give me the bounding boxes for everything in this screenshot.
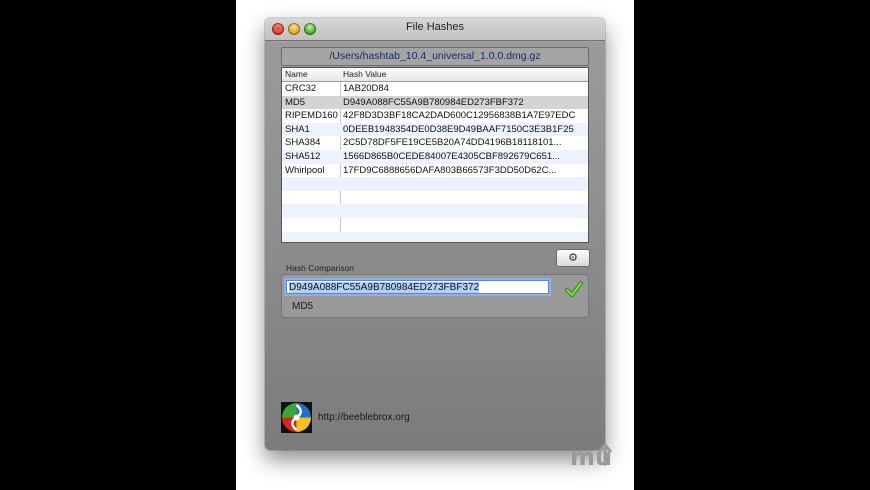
empty-row	[282, 191, 588, 205]
table-row[interactable]: CRC32 1AB20D84	[282, 82, 588, 96]
empty-row	[282, 218, 588, 232]
table-header: Name Hash Value	[282, 68, 588, 82]
hash-value: 17FD9C6888656DAFA803B66573F3DD50D62C...	[343, 164, 557, 176]
table-row[interactable]: SHA512 1566D865B0CEDE84007E4305CBF892679…	[282, 149, 588, 164]
hash-name: Whirlpool	[285, 164, 325, 176]
matched-algorithm: MD5	[292, 301, 314, 312]
table-row[interactable]: Whirlpool 17FD9C6888656DAFA803B66573F3DD…	[282, 164, 588, 178]
hash-value: 42F8D3D3BF18CA2DAD600C12956838B1A7E97EDC	[343, 110, 576, 122]
hash-table: Name Hash Value CRC32 1AB20D84 MD5 D949A…	[281, 67, 589, 243]
checkmark-icon	[565, 281, 583, 297]
hash-name: SHA1	[285, 123, 310, 135]
gear-icon: ⚙	[568, 252, 578, 264]
window-title: File Hashes	[405, 21, 465, 33]
hash-value: 0DEEB1948354DE0D38E9D49BAAF7150C3E3B1F25	[343, 123, 574, 135]
hash-comparison-value: D949A088FC55A9B780984ED273FBF372	[289, 282, 480, 293]
column-header-hash-value[interactable]: Hash Value	[343, 68, 386, 81]
file-path: /Users/hashtab_10.4_universal_1.0.0.dmg.…	[281, 47, 589, 66]
column-header-name[interactable]: Name	[285, 68, 308, 81]
table-row-selected[interactable]: MD5 D949A088FC55A9B780984ED273FBF372	[282, 95, 588, 110]
hash-name: RIPEMD160	[285, 110, 338, 122]
beeblebrox-logo[interactable]	[281, 402, 312, 433]
table-row[interactable]: SHA384 2C5D78DF5FE19CE5B20A74DD4196B1811…	[282, 136, 588, 150]
settings-button[interactable]: ⚙	[556, 249, 590, 267]
hash-name: MD5	[285, 96, 306, 108]
hash-value: D949A088FC55A9B780984ED273FBF372	[343, 96, 524, 108]
hash-comparison-input[interactable]: D949A088FC55A9B780984ED273FBF372	[286, 280, 549, 294]
title-bar: × File Hashes	[265, 18, 605, 41]
mu-logo-watermark: mu	[570, 443, 612, 470]
hash-value: 1AB20D84	[343, 83, 389, 94]
hash-value: 1566D865B0CEDE84007E4305CBF892679C651...	[343, 150, 561, 162]
empty-row	[282, 231, 588, 242]
file-hashes-window: × File Hashes /Users/hashtab_10.4_univer…	[265, 18, 605, 450]
hash-comparison-label: Hash Comparison	[286, 263, 355, 273]
hash-name: SHA512	[285, 150, 321, 162]
table-row[interactable]: RIPEMD160 42F8D3D3BF18CA2DAD600C12956838…	[282, 109, 588, 123]
empty-row	[282, 177, 588, 191]
hash-name: CRC32	[285, 83, 317, 94]
empty-row	[282, 204, 588, 218]
hash-name: SHA384	[285, 137, 321, 149]
hash-comparison-box: D949A088FC55A9B780984ED273FBF372 MD5	[281, 274, 589, 318]
table-row[interactable]: SHA1 0DEEB1948354DE0D38E9D49BAAF7150C3E3…	[282, 122, 588, 137]
hash-value: 2C5D78DF5FE19CE5B20A74DD4196B18118101...	[343, 137, 562, 149]
website-link[interactable]: http://beeblebrox.org	[318, 412, 410, 423]
